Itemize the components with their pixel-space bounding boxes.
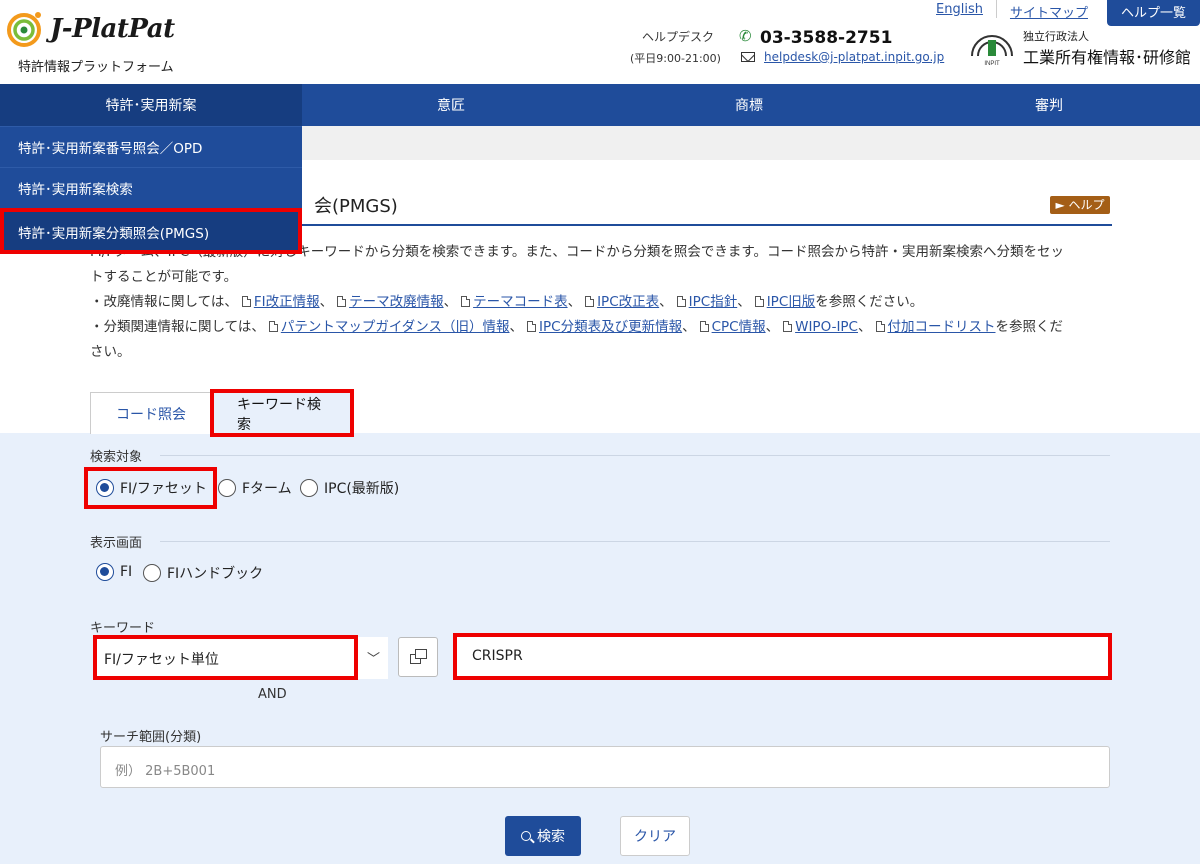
doc-icon	[676, 296, 686, 307]
link-additional-code[interactable]: 付加コードリスト	[888, 319, 996, 335]
open-window-button[interactable]	[398, 637, 438, 677]
chevron-down-icon: ﹀	[366, 652, 380, 667]
helpdesk-email-link[interactable]: helpdesk@j-platpat.inpit.go.jp	[764, 50, 944, 64]
help-button[interactable]: ► ヘルプ	[1050, 196, 1110, 214]
page-description: FI/Fターム、IPC（最新版）に対しキーワードから分類を検索できます。また、コ…	[90, 240, 1112, 365]
radio-ipc[interactable]: IPC(最新版)	[300, 478, 399, 498]
window-icon	[415, 649, 427, 659]
patent-dropdown-menu: 特許･実用新案番号照会／OPD 特許･実用新案検索 特許･実用新案分類照会(PM…	[0, 126, 302, 254]
nav-tab-patent[interactable]: 特許･実用新案	[0, 84, 302, 126]
mail-icon	[741, 52, 755, 62]
keyword-label: キーワード	[90, 621, 156, 636]
doc-icon	[783, 321, 793, 332]
phone-icon: ✆	[739, 27, 752, 45]
helpdesk-hours: (平日9:00-21:00)	[630, 52, 721, 65]
search-range-input[interactable]: 例） 2B+5B001	[100, 746, 1110, 788]
radio-fterm[interactable]: Fターム	[218, 478, 292, 498]
radio-indicator[interactable]	[96, 563, 114, 581]
sitemap-link[interactable]: サイトマップ	[997, 0, 1101, 21]
inpit-sub: 独立行政法人	[1023, 30, 1089, 43]
display-label: 表示画面	[90, 536, 143, 551]
highlight-box	[84, 467, 217, 509]
doc-icon	[268, 321, 278, 332]
tab-code-lookup[interactable]: コード照会	[90, 392, 212, 434]
highlight-box	[93, 635, 358, 680]
inpit-logo-icon: INPIT	[971, 35, 1013, 66]
desc-line-revisions: ・改廃情報に関しては、 FI改正情報、 テーマ改廃情報、 テーマコード表、 IPC改正表…	[90, 294, 924, 310]
link-fi-revision[interactable]: FI改正情報	[254, 294, 320, 310]
link-theme-code-table[interactable]: テーマコード表	[473, 294, 568, 310]
doc-icon	[337, 296, 347, 307]
link-ipc-old[interactable]: IPC旧版	[767, 294, 816, 310]
logo-name: J-PlatPat	[50, 14, 175, 44]
doc-icon	[527, 321, 537, 332]
radio-indicator[interactable]	[300, 479, 318, 497]
top-links: English サイトマップ ヘルプ一覧	[923, 0, 1200, 26]
link-ipc-table[interactable]: IPC分類表及び更新情報	[539, 319, 682, 335]
radio-display-handbook[interactable]: FIハンドブック	[143, 563, 263, 583]
search-range-label: サーチ範囲(分類)	[100, 730, 202, 745]
tab-keyword-search[interactable]: キーワード検索	[210, 389, 354, 437]
nav-tab-trial[interactable]: 審判	[898, 84, 1200, 126]
highlight-box	[453, 633, 1112, 680]
help-list-button[interactable]: ヘルプ一覧	[1106, 0, 1200, 26]
menu-item-pmgs[interactable]: 特許･実用新案分類照会(PMGS)	[0, 208, 302, 254]
menu-item-patent-search[interactable]: 特許･実用新案検索	[0, 167, 302, 208]
nav-tab-design[interactable]: 意匠	[302, 84, 600, 126]
radio-display-fi[interactable]: FI	[96, 563, 132, 581]
doc-icon	[754, 296, 764, 307]
logo-subtitle: 特許情報プラットフォーム	[18, 60, 174, 75]
radio-indicator[interactable]	[143, 564, 161, 582]
doc-icon	[241, 296, 251, 307]
divider	[160, 455, 1110, 456]
inpit-name: 工業所有権情報･研修館	[1023, 48, 1192, 67]
search-icon	[521, 831, 531, 841]
site-logo[interactable]: J-PlatPat 特許情報プラットフォーム	[6, 8, 206, 75]
svg-text:INPIT: INPIT	[984, 61, 1000, 66]
divider	[160, 541, 1110, 542]
helpdesk-phone: 03-3588-2751	[760, 28, 893, 48]
link-cpc[interactable]: CPC情報	[712, 319, 766, 335]
search-button[interactable]: 検索	[505, 816, 581, 856]
link-theme-revision[interactable]: テーマ改廃情報	[349, 294, 444, 310]
and-operator: AND	[258, 687, 287, 702]
doc-icon	[461, 296, 471, 307]
desc-line-related: ・分類関連情報に関しては、 パテントマップガイダンス（旧）情報、 IPC分類表及び更…	[90, 319, 1063, 335]
english-link[interactable]: English	[923, 0, 997, 18]
menu-item-number-lookup[interactable]: 特許･実用新案番号照会／OPD	[0, 126, 302, 167]
link-patent-map[interactable]: パテントマップガイダンス（旧）情報	[281, 319, 510, 335]
doc-icon	[699, 321, 709, 332]
search-target-label: 検索対象	[90, 450, 143, 465]
link-ipc-revision[interactable]: IPC改正表	[597, 294, 659, 310]
doc-icon	[585, 296, 595, 307]
main-nav: 特許･実用新案 意匠 商標 審判	[0, 84, 1200, 126]
link-wipo-ipc[interactable]: WIPO-IPC	[795, 319, 858, 335]
desc-line: トすることが可能です。	[90, 269, 238, 285]
helpdesk-label: ヘルプデスク	[642, 30, 715, 44]
page-title: 会(PMGS)	[314, 196, 398, 217]
nav-tab-trademark[interactable]: 商標	[600, 84, 898, 126]
logo-mark-icon	[7, 12, 41, 47]
clear-button[interactable]: クリア	[620, 816, 690, 856]
doc-icon	[875, 321, 885, 332]
desc-line: さい。	[90, 344, 131, 360]
radio-indicator[interactable]	[218, 479, 236, 497]
link-ipc-guide[interactable]: IPC指針	[689, 294, 738, 310]
search-tabs: コード照会 キーワード検索	[90, 389, 354, 437]
